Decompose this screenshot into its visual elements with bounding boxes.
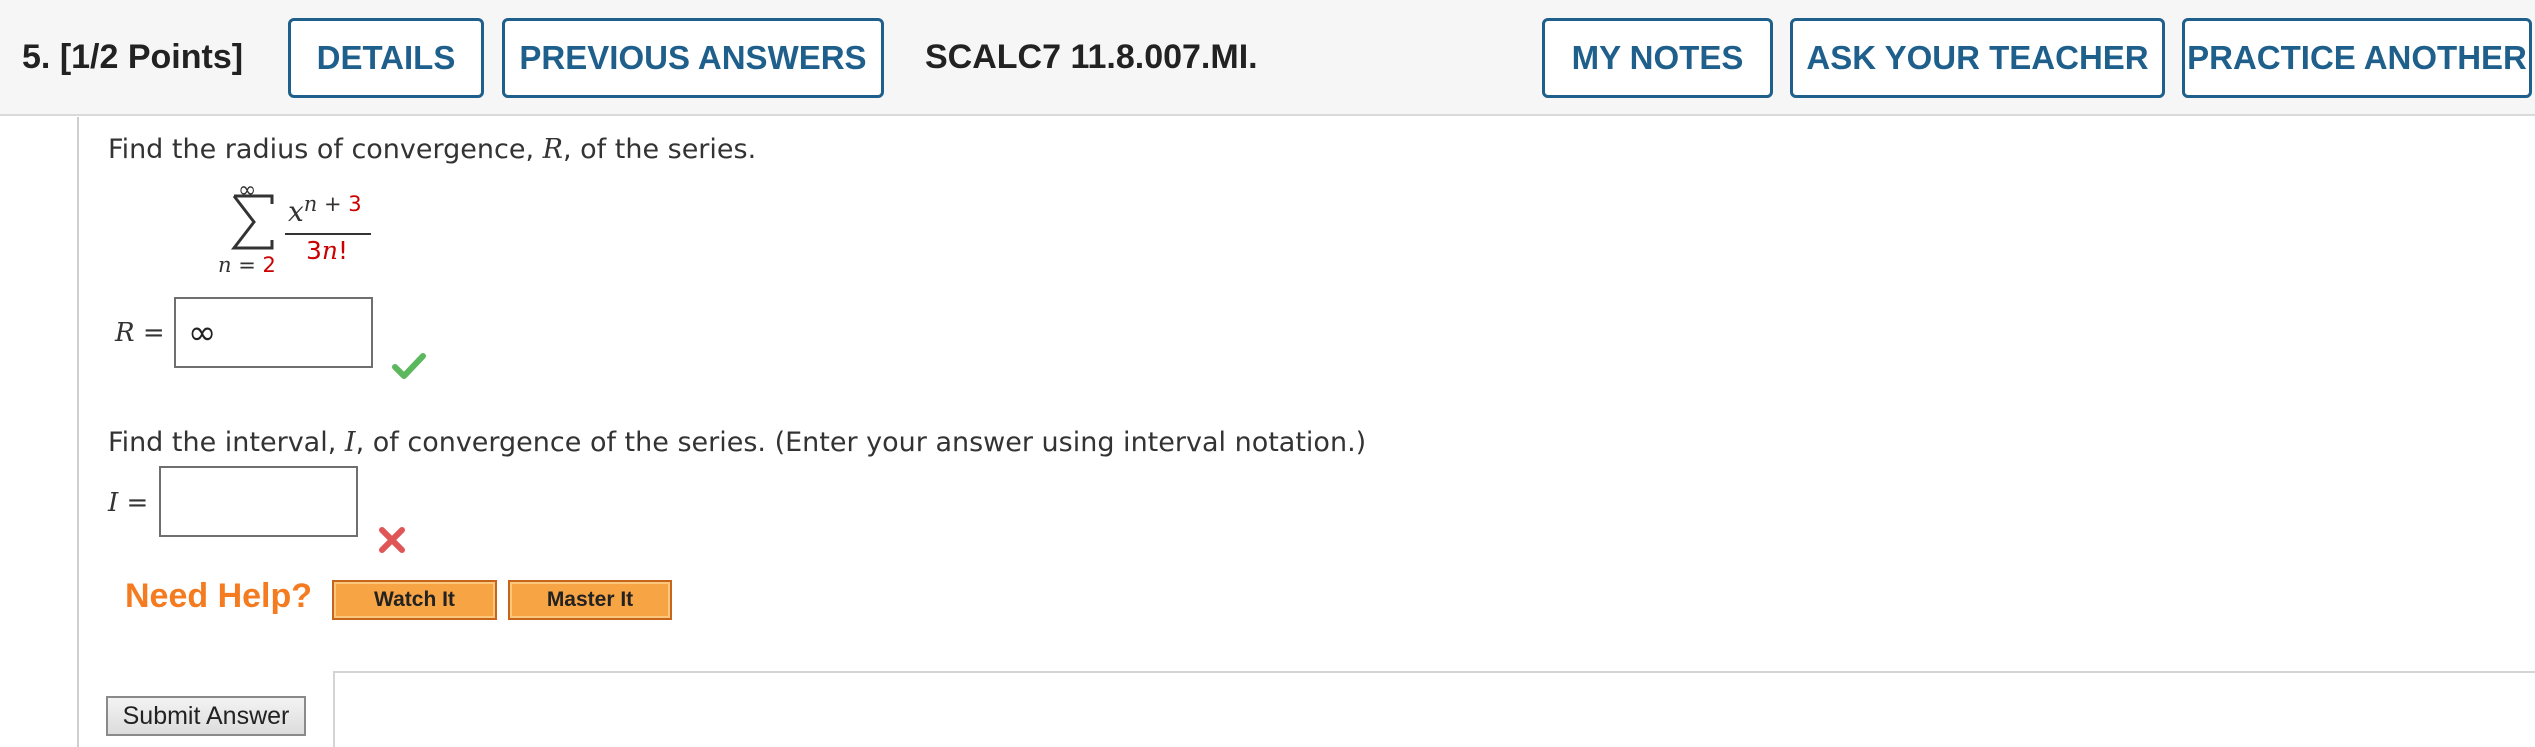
sigma-icon: [230, 194, 274, 250]
series-denominator: 3n!: [306, 236, 349, 265]
var-r: R: [542, 134, 563, 165]
details-button[interactable]: DETAILS: [288, 18, 484, 98]
need-help-label: Need Help?: [125, 577, 313, 615]
watch-it-button[interactable]: Watch It: [332, 580, 497, 620]
i-label: I =: [108, 488, 149, 518]
question-title: 5. [1/2 Points]: [22, 38, 243, 77]
question-id: SCALC7 11.8.007.MI.: [925, 38, 1258, 76]
master-it-button[interactable]: Master It: [508, 580, 672, 620]
part1-prompt: Find the radius of convergence, R, of th…: [108, 134, 757, 165]
incorrect-x-icon: [379, 527, 405, 553]
practice-another-button[interactable]: PRACTICE ANOTHER: [2182, 18, 2532, 98]
numerator-exponent: n + 3: [303, 192, 362, 216]
i-answer-input[interactable]: [159, 466, 358, 537]
fraction-bar: [285, 233, 371, 235]
ask-your-teacher-button[interactable]: ASK YOUR TEACHER: [1790, 18, 2165, 98]
series-numerator: xn + 3: [288, 192, 362, 228]
submit-answer-button[interactable]: Submit Answer: [106, 696, 306, 736]
submission-feedback-box: [333, 671, 2535, 747]
lower-limit: n = 2: [218, 253, 276, 277]
r-answer-input[interactable]: ∞: [174, 297, 373, 368]
var-i: I: [344, 427, 356, 458]
question-header: 5. [1/2 Points] DETAILS PREVIOUS ANSWERS…: [0, 0, 2535, 116]
correct-check-icon: [392, 353, 426, 379]
my-notes-button[interactable]: MY NOTES: [1542, 18, 1773, 98]
previous-answers-button[interactable]: PREVIOUS ANSWERS: [502, 18, 884, 98]
content-left-rule: [77, 117, 79, 747]
question-points: [1/2 Points]: [59, 38, 244, 76]
r-label: R =: [115, 318, 165, 348]
question-number: 5.: [22, 38, 51, 76]
part2-prompt: Find the interval, I, of convergence of …: [108, 427, 1367, 458]
